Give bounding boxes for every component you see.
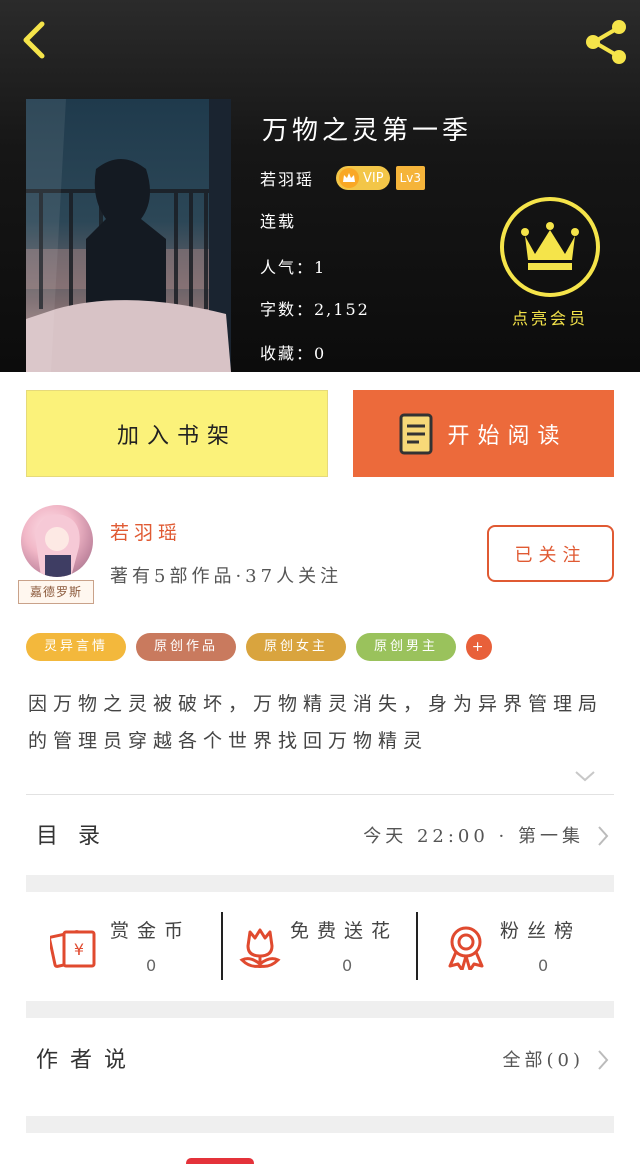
- start-reading-button[interactable]: 开始阅读: [353, 390, 614, 477]
- medal-icon: [448, 926, 484, 970]
- tag-item[interactable]: 原创作品: [136, 633, 237, 661]
- author-name-header[interactable]: 若羽瑶: [260, 166, 314, 190]
- reward-coins-label: 赏金币: [110, 920, 192, 942]
- author-says-label: 作者说: [36, 1048, 139, 1073]
- crown-icon: [339, 168, 360, 188]
- follow-label: 已关注: [514, 544, 587, 566]
- book-title: 万物之灵第一季: [262, 116, 473, 146]
- cover-illustration: [26, 99, 231, 372]
- tag-item[interactable]: 灵异言情: [26, 633, 127, 661]
- tag-item[interactable]: 原创男主: [356, 633, 457, 661]
- more-tags-button[interactable]: +: [466, 634, 493, 660]
- author-says-all: 全部(0): [502, 1050, 584, 1071]
- follow-button[interactable]: 已关注: [487, 525, 614, 582]
- flower-icon: [239, 928, 281, 968]
- reward-coins-button[interactable]: ¥ 赏金币 0: [50, 912, 220, 980]
- fan-ranking-button[interactable]: 粉丝榜 0: [444, 912, 614, 980]
- send-flower-label: 免费送花: [290, 920, 399, 942]
- avatar-caption: 嘉德罗斯: [18, 580, 94, 604]
- reward-coins-value: 0: [146, 956, 157, 975]
- vip-label: VIP: [363, 170, 384, 186]
- fan-ranking-value: 0: [538, 956, 549, 975]
- tag-item[interactable]: 原创女主: [246, 633, 347, 661]
- member-button[interactable]: 点亮会员: [500, 197, 600, 330]
- crown-icon: [521, 222, 579, 270]
- vertical-divider: [221, 912, 223, 980]
- author-line: 若羽瑶 VIP Lv3: [260, 166, 426, 190]
- section-separator: [26, 875, 614, 892]
- book-icon: [399, 413, 433, 454]
- serial-status: 连载: [260, 212, 297, 231]
- svg-text:¥: ¥: [74, 940, 84, 959]
- collection-count: 收藏：0: [260, 344, 327, 363]
- section-separator: [26, 1001, 614, 1018]
- toc-label: 目录: [36, 824, 121, 849]
- popularity-count: 人气：1: [260, 258, 327, 277]
- avatar-illustration: [35, 514, 80, 577]
- chevron-left-icon: [23, 21, 45, 59]
- send-flower-button[interactable]: 免费送花 0: [236, 912, 416, 980]
- vertical-divider: [416, 912, 418, 980]
- add-to-shelf-button[interactable]: 加入书架: [26, 390, 328, 477]
- start-reading-label: 开始阅读: [447, 423, 568, 449]
- chevron-right-icon: [598, 826, 609, 846]
- vip-badge: VIP: [336, 166, 390, 190]
- level-badge: Lv3: [395, 166, 426, 190]
- latest-chapter: 今天 22:00 · 第一集: [363, 826, 584, 847]
- author-stats: 著有5部作品·37人关注: [110, 566, 343, 587]
- send-flower-value: 0: [342, 956, 353, 975]
- table-of-contents-row[interactable]: 目录 今天 22:00 · 第一集: [26, 812, 614, 860]
- red-envelope-icon: ¥: [50, 930, 96, 968]
- share-icon: [586, 20, 626, 64]
- section-separator: [26, 1116, 614, 1133]
- expand-description-button[interactable]: [574, 768, 596, 784]
- fan-ranking-label: 粉丝榜: [500, 920, 582, 942]
- author-avatar[interactable]: [21, 505, 93, 577]
- member-label: 点亮会员: [511, 309, 588, 328]
- member-crown-circle: [500, 197, 600, 297]
- share-button[interactable]: [580, 16, 632, 68]
- back-button[interactable]: [14, 16, 58, 64]
- book-cover-image[interactable]: [26, 99, 231, 372]
- book-header: 万物之灵第一季 若羽瑶 VIP Lv3 连载 人气：1 字数：2,152 收藏：…: [0, 0, 640, 372]
- word-count: 字数：2,152: [260, 300, 370, 319]
- add-to-shelf-label: 加入书架: [116, 423, 237, 449]
- tag-list: 灵异言情 原创作品 原创女主 原创男主 +: [26, 633, 502, 661]
- book-description: 因万物之灵被破坏，万物精灵消失，身为异界管理局的管理员穿越各个世界找回万物精灵: [28, 693, 604, 752]
- chevron-down-icon: [575, 771, 595, 782]
- next-section-peek: [26, 1150, 614, 1164]
- divider: [26, 794, 614, 795]
- author-name[interactable]: 若羽瑶: [110, 518, 182, 545]
- author-says-row[interactable]: 作者说 全部(0): [26, 1038, 614, 1086]
- red-badge: [186, 1158, 254, 1164]
- chevron-right-icon: [598, 1050, 609, 1070]
